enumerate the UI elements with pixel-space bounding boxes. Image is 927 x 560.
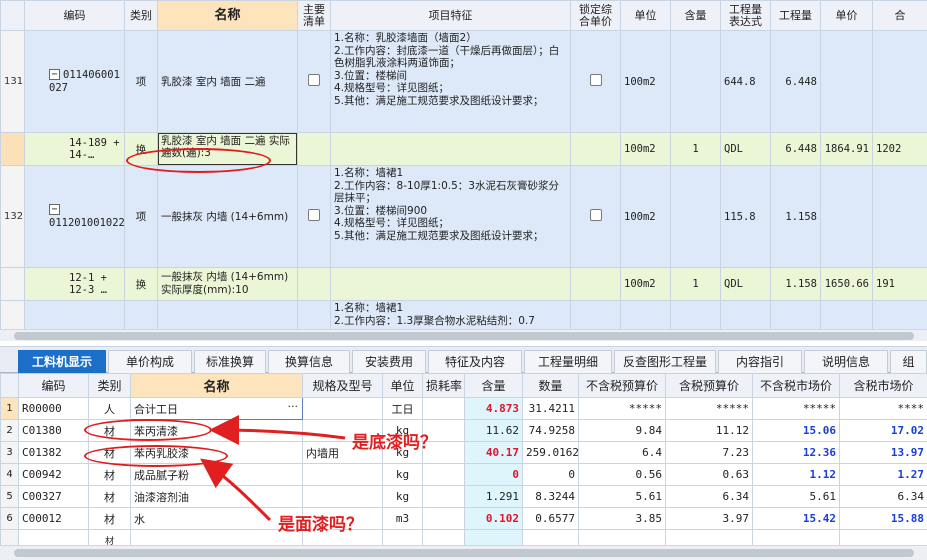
annotation-arrows — [200, 415, 346, 522]
annotation-question-primer: 是底漆吗？ — [352, 433, 437, 453]
annotation-question-topcoat: 是面漆吗？ — [278, 515, 363, 535]
